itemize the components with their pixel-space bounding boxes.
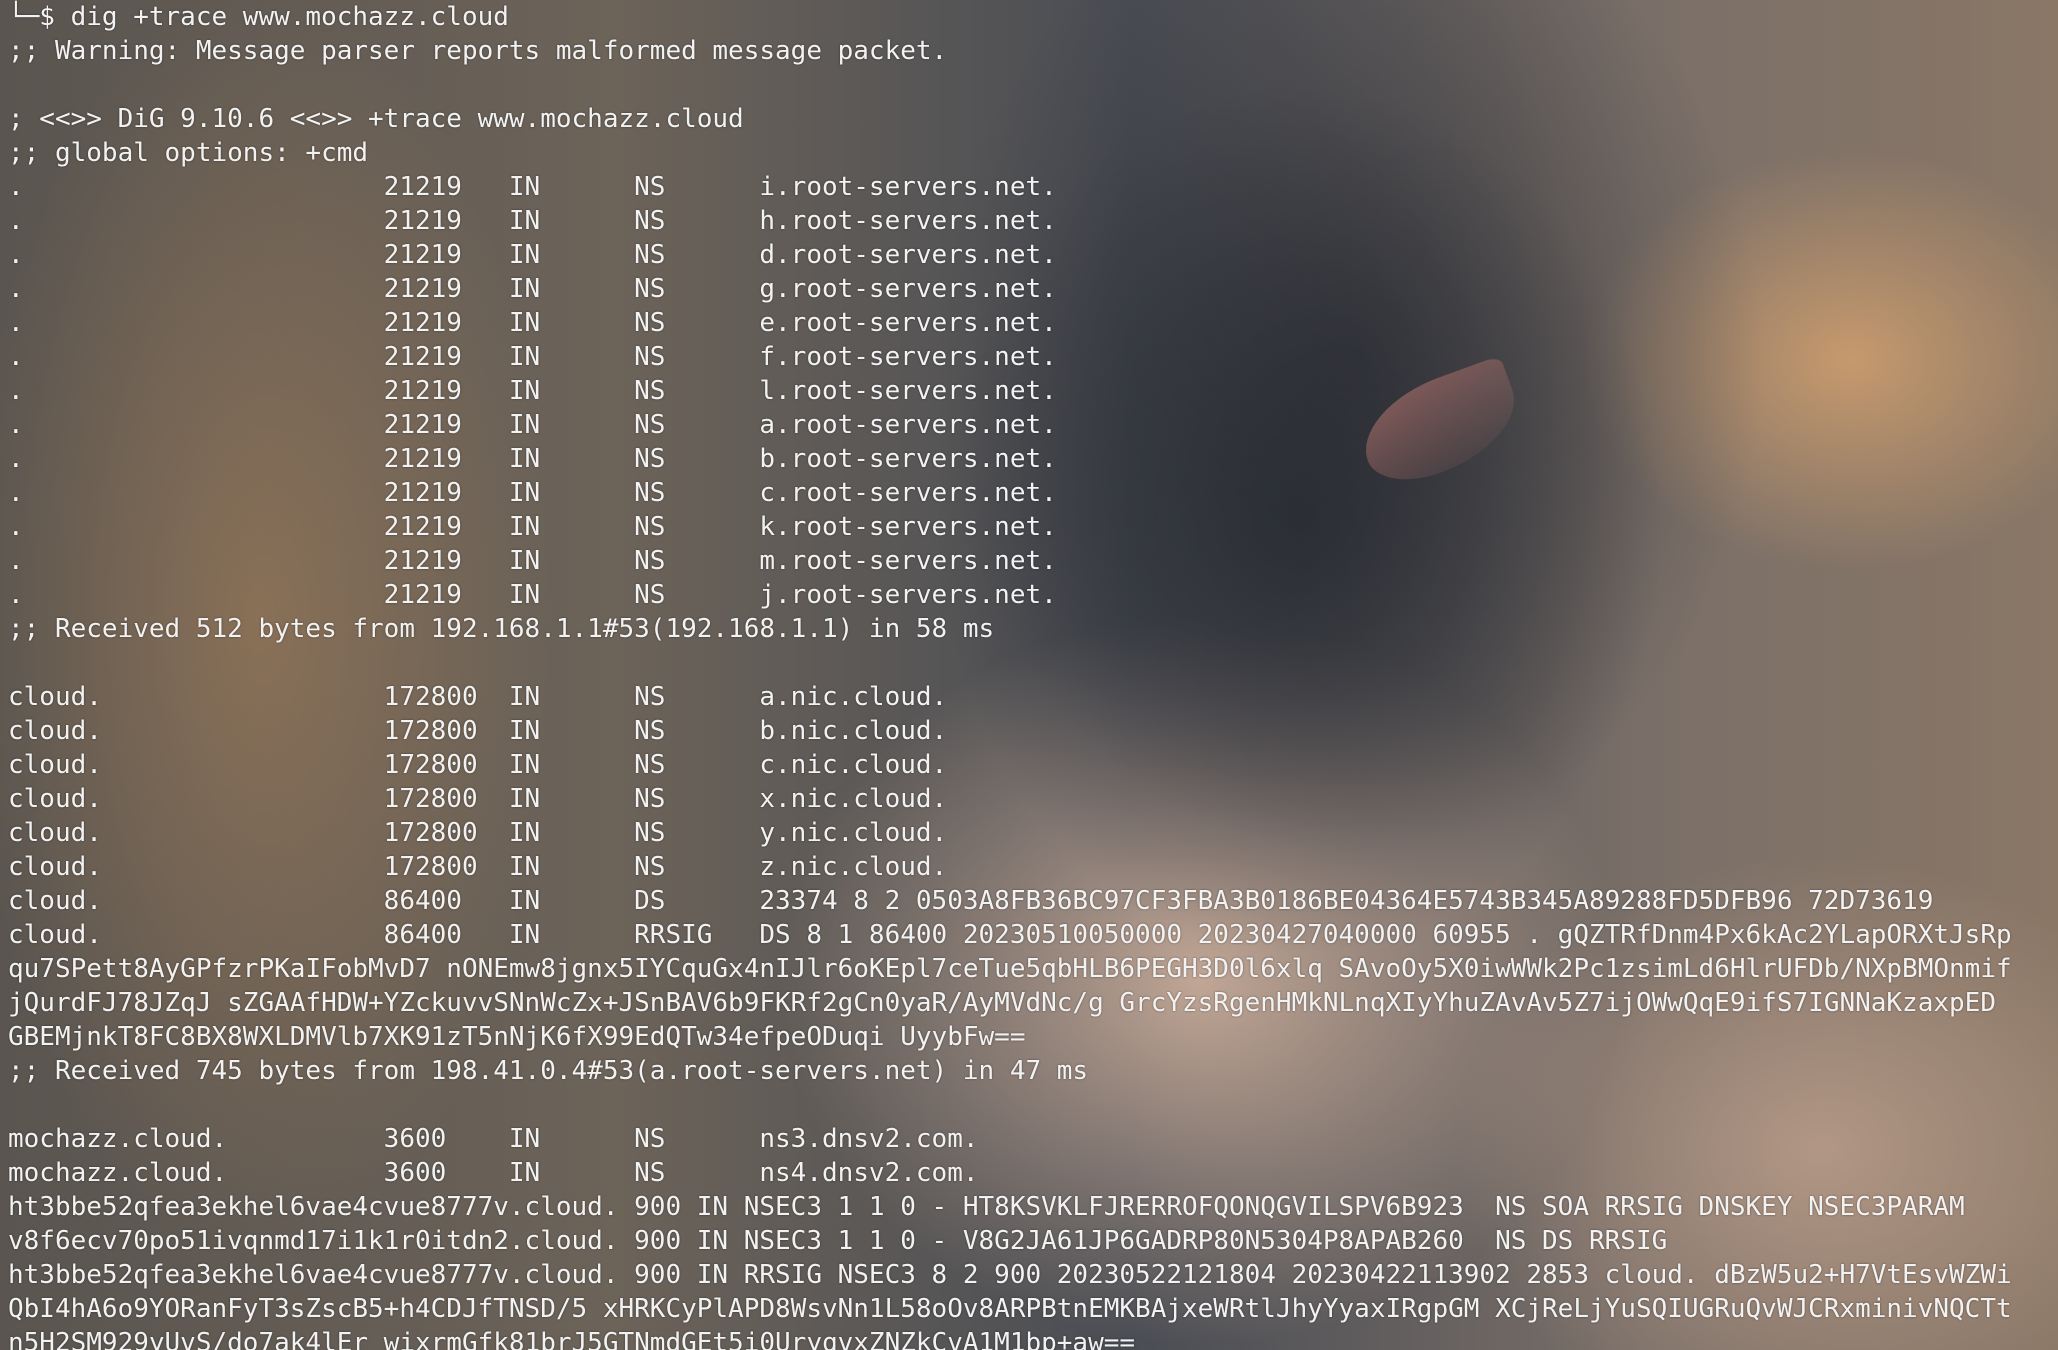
terminal-line: . 21219 IN NS a.root-servers.net. (8, 410, 1057, 440)
terminal-line: . 21219 IN NS i.root-servers.net. (8, 172, 1057, 202)
terminal-line: GBEMjnkT8FC8BX8WXLDMVlb7XK91zT5nNjK6fX99… (8, 1022, 1026, 1052)
terminal-line: cloud. 172800 IN NS x.nic.cloud. (8, 784, 948, 814)
terminal-line: . 21219 IN NS j.root-servers.net. (8, 580, 1057, 610)
terminal-line: cloud. 172800 IN NS c.nic.cloud. (8, 750, 948, 780)
terminal-line: ht3bbe52qfea3ekhel6vae4cvue8777v.cloud. … (8, 1192, 1965, 1222)
terminal-line: ;; Received 512 bytes from 192.168.1.1#5… (8, 614, 995, 644)
terminal-line: cloud. 172800 IN NS b.nic.cloud. (8, 716, 948, 746)
terminal-line: ht3bbe52qfea3ekhel6vae4cvue8777v.cloud. … (8, 1260, 2012, 1290)
terminal-line: jQurdFJ78JZqJ sZGAAfHDW+YZckuvvSNnWcZx+J… (8, 988, 1996, 1018)
terminal-line: v8f6ecv70po51ivqnmd17i1k1r0itdn2.cloud. … (8, 1226, 1668, 1256)
terminal-line: . 21219 IN NS k.root-servers.net. (8, 512, 1057, 542)
terminal-line: ;; Received 745 bytes from 198.41.0.4#53… (8, 1056, 1089, 1086)
terminal-line: mochazz.cloud. 3600 IN NS ns3.dnsv2.com. (8, 1124, 979, 1154)
terminal-line: . 21219 IN NS d.root-servers.net. (8, 240, 1057, 270)
terminal-line: cloud. 86400 IN DS 23374 8 2 0503A8FB36B… (8, 886, 1934, 916)
terminal-line: . 21219 IN NS m.root-servers.net. (8, 546, 1057, 576)
terminal-line: qu7SPett8AyGPfzrPKaIFobMvD7 nONEmw8jgnx5… (8, 954, 2012, 984)
terminal-output[interactable]: └─$ dig +trace www.mochazz.cloud ;; Warni… (8, 0, 2058, 1350)
terminal-line: n5H2SM929yUvS/do7ak4lEr wixrmGfk81brJ5GT… (8, 1328, 1136, 1350)
terminal-line: └─$ dig +trace www.mochazz.cloud (8, 2, 509, 32)
terminal-line: . 21219 IN NS c.root-servers.net. (8, 478, 1057, 508)
terminal-line: cloud. 172800 IN NS y.nic.cloud. (8, 818, 948, 848)
terminal-line: . 21219 IN NS f.root-servers.net. (8, 342, 1057, 372)
terminal-line: . 21219 IN NS g.root-servers.net. (8, 274, 1057, 304)
terminal-line: . 21219 IN NS h.root-servers.net. (8, 206, 1057, 236)
terminal-line: cloud. 86400 IN RRSIG DS 8 1 86400 20230… (8, 920, 2012, 950)
terminal-line: mochazz.cloud. 3600 IN NS ns4.dnsv2.com. (8, 1158, 979, 1188)
terminal-line: cloud. 172800 IN NS a.nic.cloud. (8, 682, 948, 712)
terminal-line: ;; global options: +cmd (8, 138, 369, 168)
terminal-line: . 21219 IN NS l.root-servers.net. (8, 376, 1057, 406)
terminal-line: . 21219 IN NS b.root-servers.net. (8, 444, 1057, 474)
terminal-line: ; <<>> DiG 9.10.6 <<>> +trace www.mochaz… (8, 104, 744, 134)
terminal-line: cloud. 172800 IN NS z.nic.cloud. (8, 852, 948, 882)
terminal-line: . 21219 IN NS e.root-servers.net. (8, 308, 1057, 338)
terminal-line: QbI4hA6o9YORanFyT3sZscB5+h4CDJfTNSD/5 xH… (8, 1294, 2012, 1324)
terminal-line: ;; Warning: Message parser reports malfo… (8, 36, 948, 66)
